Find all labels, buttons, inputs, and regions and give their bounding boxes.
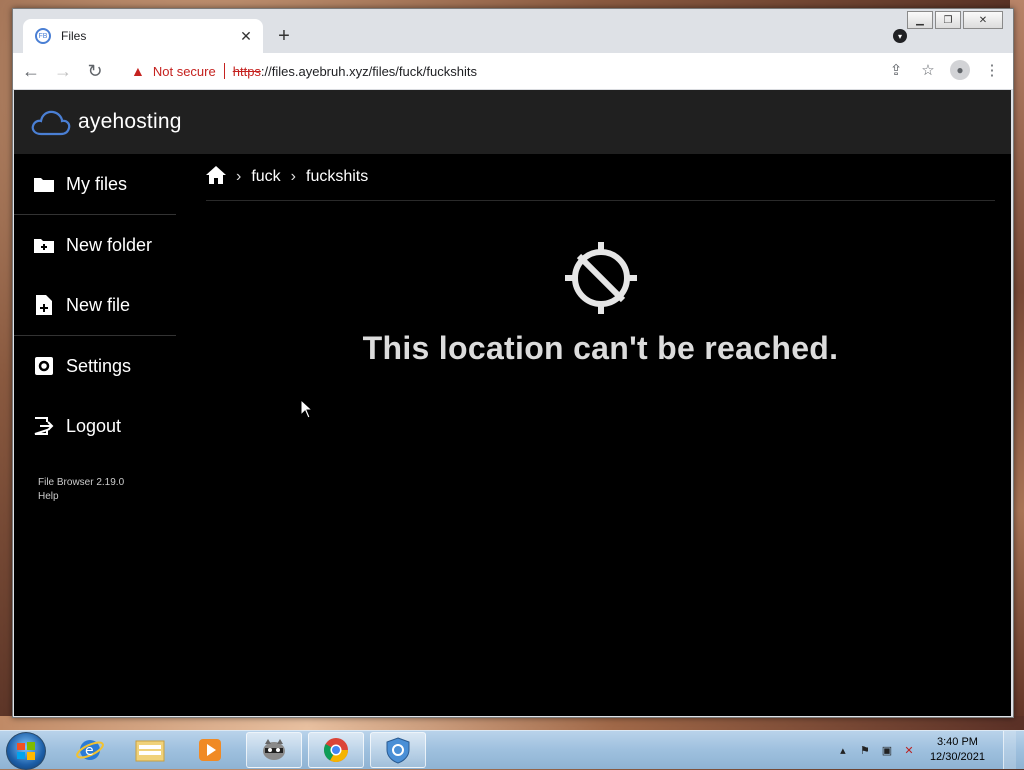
file-browser-favicon-icon: FB <box>35 28 51 44</box>
help-link[interactable]: Help <box>38 490 176 504</box>
share-icon[interactable]: ⇪ <box>885 57 907 83</box>
cloud-icon <box>31 110 71 136</box>
desktop-wallpaper-bottom <box>0 716 1024 730</box>
media-player-icon[interactable] <box>182 732 238 768</box>
bookmark-star-icon[interactable]: ☆ <box>917 57 939 83</box>
sidebar-item-new-file[interactable]: New file <box>14 275 176 335</box>
forward-button[interactable]: → <box>49 57 77 85</box>
folder-icon <box>34 174 54 194</box>
not-secure-label[interactable]: Not secure <box>153 64 216 79</box>
windows-taskbar: e ▴ ⚑ ▣ ✕ 3:40 PM 12/30/2021 <box>0 730 1024 770</box>
browser-window: FB Files ✕ + ▾ ▁ ❐ ✕ ← → ↻ ▲ Not secure … <box>12 8 1014 718</box>
system-tray: ▴ ⚑ ▣ ✕ 3:40 PM 12/30/2021 <box>836 731 1016 769</box>
breadcrumb: › fuck › fuckshits <box>206 154 995 201</box>
tab-title: Files <box>61 29 87 43</box>
sidebar-item-label: New file <box>66 294 131 315</box>
omnibox-divider <box>223 63 225 79</box>
minimize-button[interactable]: ▁ <box>907 11 933 29</box>
error-message: This location can't be reached. <box>362 330 839 366</box>
sidebar-item-new-folder[interactable]: New folder <box>14 215 176 275</box>
reload-button[interactable]: ↻ <box>81 57 109 85</box>
toolbar-right-actions: ⇪ ☆ ● ⋮ <box>885 57 1003 83</box>
clock[interactable]: 3:40 PM 12/30/2021 <box>930 735 985 765</box>
show-desktop-button[interactable] <box>1003 731 1016 769</box>
raccoon-app-icon[interactable] <box>246 732 302 768</box>
windows-logo-icon <box>16 741 36 761</box>
mouse-cursor-icon <box>301 400 314 419</box>
sidebar-item-settings[interactable]: Settings <box>14 336 176 396</box>
chevron-right-icon: › <box>290 168 296 185</box>
chevron-right-icon: › <box>236 168 242 185</box>
network-icon[interactable]: ▣ <box>880 743 894 757</box>
error-panel: This location can't be reached. <box>206 240 995 367</box>
home-icon[interactable] <box>206 165 226 189</box>
sidebar-item-label: Settings <box>66 355 132 376</box>
address-bar[interactable]: ▲ Not secure https://files.ayebruh.xyz/f… <box>125 57 893 85</box>
breadcrumb-item[interactable]: fuckshits <box>306 168 368 186</box>
volume-muted-icon[interactable]: ✕ <box>902 743 916 757</box>
window-controls: ▁ ❐ ✕ <box>907 11 1003 29</box>
menu-kebab-icon[interactable]: ⋮ <box>981 57 1003 83</box>
sidebar-item-label: My files <box>66 173 128 194</box>
create-folder-icon <box>34 235 54 255</box>
clock-time: 3:40 PM <box>936 736 978 748</box>
location-off-icon <box>206 240 995 316</box>
sidebar: My files New folder New file Settings Lo… <box>14 154 176 504</box>
new-tab-button[interactable]: + <box>273 25 295 47</box>
sidebar-item-label: New folder <box>66 234 153 255</box>
tab-strip: FB Files ✕ + ▾ ▁ ❐ ✕ <box>13 9 1013 53</box>
url-text: ://files.ayebruh.xyz/files/fuck/fuckshit… <box>260 63 477 79</box>
breadcrumb-item[interactable]: fuck <box>251 168 280 186</box>
start-button[interactable] <box>6 732 46 770</box>
gear-icon <box>34 356 54 376</box>
close-window-button[interactable]: ✕ <box>963 11 1003 29</box>
svg-text:e: e <box>85 743 94 759</box>
create-file-icon <box>34 295 54 315</box>
sidebar-footer: File Browser 2.19.0 Help <box>38 476 176 504</box>
close-tab-icon[interactable]: ✕ <box>235 25 257 47</box>
brand-name: ayehosting <box>78 110 182 133</box>
sidebar-item-logout[interactable]: Logout <box>14 396 176 456</box>
tab-files[interactable]: FB Files ✕ <box>23 19 263 53</box>
person-icon: ● <box>950 60 970 80</box>
file-browser-app: ayehosting My files New folder New file … <box>14 90 1011 716</box>
tab-search-icon[interactable]: ▾ <box>893 29 907 43</box>
file-explorer-icon[interactable] <box>122 732 178 768</box>
internet-explorer-icon[interactable]: e <box>62 732 118 768</box>
back-button[interactable]: ← <box>17 57 45 85</box>
app-header: ayehosting <box>14 90 1011 154</box>
action-center-flag-icon[interactable]: ⚑ <box>858 743 872 757</box>
clock-date: 12/30/2021 <box>929 751 985 763</box>
version-link[interactable]: File Browser 2.19.0 <box>38 476 176 490</box>
sidebar-item-label: Logout <box>66 415 122 436</box>
restore-button[interactable]: ❐ <box>935 11 961 29</box>
sidebar-item-my-files[interactable]: My files <box>14 154 176 214</box>
browser-toolbar: ← → ↻ ▲ Not secure https://files.ayebruh… <box>13 53 1013 90</box>
url-scheme: https <box>232 63 261 79</box>
show-hidden-icons-chevron-icon[interactable]: ▴ <box>836 743 850 757</box>
security-shield-icon[interactable] <box>370 732 426 768</box>
profile-button[interactable]: ● <box>949 57 971 83</box>
logout-icon <box>34 416 54 436</box>
brand-logo[interactable]: ayehosting <box>30 107 182 137</box>
chrome-icon[interactable] <box>308 732 364 768</box>
warning-triangle-icon[interactable]: ▲ <box>131 63 145 79</box>
